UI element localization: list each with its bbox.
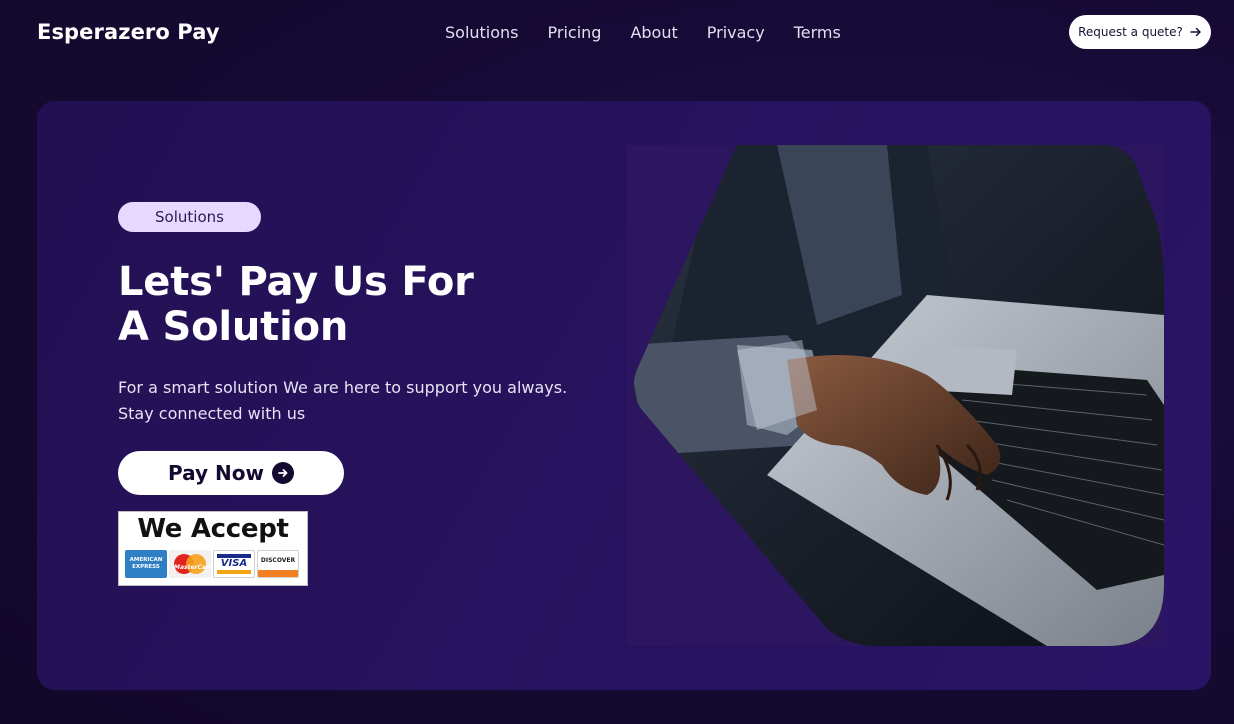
nav-link-solutions[interactable]: Solutions	[445, 23, 519, 42]
hero-headline: Lets' Pay Us For A Solution	[118, 260, 598, 350]
hero-subtext: For a smart solution We are here to supp…	[118, 375, 598, 427]
discover-logo: DISCOVER	[257, 550, 299, 578]
request-quote-button[interactable]: Request a quete?	[1069, 15, 1211, 49]
solutions-badge: Solutions	[118, 202, 261, 232]
request-quote-label: Request a quete?	[1078, 25, 1183, 39]
arrow-circle-right-icon	[271, 462, 294, 484]
amex-logo-text: AMERICAN EXPRESS	[129, 557, 163, 570]
pay-now-label: Pay Now	[168, 461, 264, 485]
brand-logo[interactable]: Esperazero Pay	[37, 20, 220, 44]
discover-logo-text: DISCOVER	[260, 556, 296, 564]
visa-logo: VISA	[213, 550, 255, 578]
payment-card-logos: AMERICAN EXPRESS MasterCard VISA DISCOVE…	[125, 550, 299, 578]
nav-link-privacy[interactable]: Privacy	[707, 23, 765, 42]
we-accept-badge: We Accept AMERICAN EXPRESS MasterCard VI…	[118, 511, 308, 586]
top-navbar: Esperazero Pay Solutions Pricing About P…	[0, 0, 1234, 66]
hero-photo-laptop	[627, 145, 1164, 646]
visa-logo-text: VISA	[220, 558, 248, 569]
we-accept-title: We Accept	[137, 514, 289, 544]
mastercard-logo-text: MasterCard	[174, 564, 211, 571]
hero-headline-line-1: Lets' Pay Us For	[118, 259, 474, 305]
mastercard-logo: MasterCard	[169, 550, 211, 578]
nav-link-about[interactable]: About	[630, 23, 677, 42]
hero-card: Solutions Lets' Pay Us For A Solution Fo…	[37, 101, 1211, 690]
nav-link-terms[interactable]: Terms	[794, 23, 841, 42]
amex-logo: AMERICAN EXPRESS	[125, 550, 167, 578]
nav-link-pricing[interactable]: Pricing	[548, 23, 602, 42]
pay-now-button[interactable]: Pay Now	[118, 451, 344, 495]
nav-links: Solutions Pricing About Privacy Terms	[445, 23, 870, 42]
hero-subtext-line-2: Stay connected with us	[118, 404, 306, 423]
hero-headline-line-2: A Solution	[118, 304, 349, 350]
arrow-right-icon	[1190, 27, 1201, 37]
hero-subtext-line-1: For a smart solution We are here to supp…	[118, 378, 568, 397]
hero-photo-illustration	[633, 145, 1164, 646]
page: Esperazero Pay Solutions Pricing About P…	[0, 0, 1234, 724]
